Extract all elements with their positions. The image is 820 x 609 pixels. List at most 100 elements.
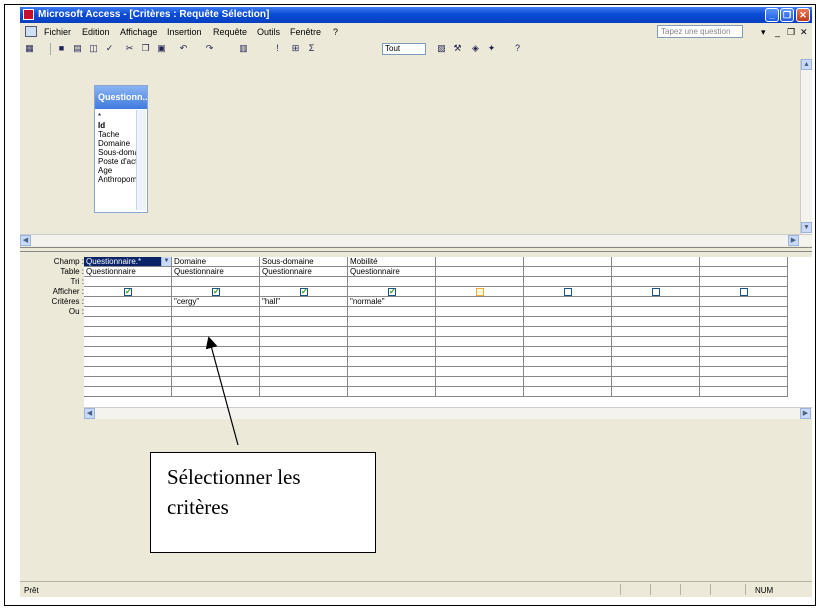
field-list-scrollbar[interactable] (136, 110, 146, 210)
grid-cell-table[interactable] (524, 267, 612, 277)
show-table-icon[interactable]: ⊞ (290, 43, 301, 54)
grid-cell-empty[interactable] (524, 337, 612, 347)
grid-cell-empty[interactable] (348, 347, 436, 357)
menu-insertion[interactable]: Insertion (167, 27, 202, 37)
grid-cell-criteres[interactable]: "hall" (260, 297, 348, 307)
doc-minimize-button[interactable]: _ (775, 27, 780, 37)
grid-cell-empty[interactable] (84, 377, 172, 387)
checkbox-checked[interactable]: ✓ (212, 288, 220, 296)
grid-cell-champ[interactable] (436, 257, 524, 267)
grid-cell-tri[interactable] (84, 277, 172, 287)
grid-cell-empty[interactable] (172, 387, 260, 397)
grid-cell-empty[interactable] (84, 337, 172, 347)
field-item[interactable]: Poste d'activit (98, 157, 138, 166)
grid-cell-table[interactable] (436, 267, 524, 277)
grid-cell-empty[interactable] (348, 367, 436, 377)
grid-cell-tri[interactable] (172, 277, 260, 287)
grid-cell-criteres[interactable]: "cergy" (172, 297, 260, 307)
menu-requete[interactable]: Requête (213, 27, 247, 37)
grid-cell-empty[interactable] (172, 317, 260, 327)
top-values-select[interactable]: Tout (382, 43, 426, 55)
copy-icon[interactable]: ❐ (140, 43, 151, 54)
grid-cell-afficher[interactable] (612, 287, 700, 297)
doc-restore-button[interactable]: ❐ (787, 27, 795, 38)
grid-cell-empty[interactable] (348, 387, 436, 397)
grid-cell-empty[interactable] (348, 317, 436, 327)
grid-cell-empty[interactable] (612, 387, 700, 397)
field-item[interactable]: Id (98, 121, 138, 130)
database-window-icon[interactable]: ◈ (470, 43, 481, 54)
grid-cell-empty[interactable] (612, 337, 700, 347)
grid-cell-empty[interactable] (348, 337, 436, 347)
grid-cell-afficher[interactable]: ✓ (84, 287, 172, 297)
grid-cell-empty[interactable] (348, 327, 436, 337)
grid-cell-table[interactable]: Questionnaire (260, 267, 348, 277)
grid-cell-criteres[interactable] (436, 297, 524, 307)
grid-cell-champ[interactable] (612, 257, 700, 267)
grid-cell-champ[interactable]: Sous-domaine (260, 257, 348, 267)
grid-cell-tri[interactable] (436, 277, 524, 287)
grid-cell-empty[interactable] (700, 337, 788, 347)
field-item[interactable]: * (98, 112, 138, 121)
save-icon[interactable]: ■ (56, 43, 67, 54)
questionnaire-table-box[interactable]: Questionn... * Id Tache Domaine Sous-dom… (94, 85, 148, 213)
print-icon[interactable]: ▤ (72, 43, 83, 54)
table-box-title[interactable]: Questionn... (95, 86, 147, 109)
grid-cell-empty[interactable] (524, 357, 612, 367)
grid-cell-empty[interactable] (172, 357, 260, 367)
grid-cell-champ[interactable] (524, 257, 612, 267)
grid-cell-empty[interactable] (260, 367, 348, 377)
grid-cell-afficher[interactable]: ✓ (260, 287, 348, 297)
grid-cell-empty[interactable] (700, 387, 788, 397)
grid-cell-empty[interactable] (84, 357, 172, 367)
field-item[interactable]: Sous-domaine (98, 148, 138, 157)
menu-help[interactable]: ? (333, 27, 338, 37)
menu-fenetre[interactable]: Fenêtre (290, 27, 321, 37)
paste-icon[interactable]: ▣ (156, 43, 167, 54)
grid-cell-empty[interactable] (524, 317, 612, 327)
grid-cell-empty[interactable] (436, 317, 524, 327)
menu-edition[interactable]: Edition (82, 27, 110, 37)
grid-scroll-right-icon[interactable]: ▶ (800, 408, 811, 419)
grid-cell-empty[interactable] (612, 377, 700, 387)
grid-cell-table[interactable] (612, 267, 700, 277)
grid-cell-empty[interactable] (612, 317, 700, 327)
grid-cell-criteres[interactable]: "normale" (348, 297, 436, 307)
scroll-down-icon[interactable]: ▼ (801, 222, 812, 233)
grid-cell-empty[interactable] (172, 337, 260, 347)
maximize-button[interactable]: ❐ (780, 8, 794, 22)
grid-cell-empty[interactable] (260, 337, 348, 347)
grid-cell-empty[interactable] (700, 347, 788, 357)
field-item[interactable]: Tache (98, 130, 138, 139)
grid-cell-criteres[interactable] (84, 297, 172, 307)
grid-cell-table[interactable] (700, 267, 788, 277)
grid-cell-champ[interactable]: Mobilité (348, 257, 436, 267)
help-icon[interactable]: ? (512, 43, 523, 54)
undo-icon[interactable]: ↶ (178, 43, 189, 54)
grid-cell-empty[interactable] (172, 377, 260, 387)
grid-cell-ou[interactable] (700, 307, 788, 317)
grid-cell-empty[interactable] (172, 347, 260, 357)
title-bar[interactable]: Microsoft Access - [Critères : Requête S… (20, 7, 812, 23)
grid-cell-empty[interactable] (524, 387, 612, 397)
grid-cell-afficher[interactable] (700, 287, 788, 297)
document-icon[interactable] (25, 26, 37, 37)
spell-icon[interactable]: ✓ (104, 43, 115, 54)
checkbox-unchecked[interactable] (740, 288, 748, 296)
grid-cell-empty[interactable] (84, 317, 172, 327)
field-dropdown-icon[interactable]: ▼ (161, 257, 171, 266)
grid-cell-ou[interactable] (172, 307, 260, 317)
grid-cell-afficher[interactable] (524, 287, 612, 297)
checkbox-unchecked[interactable] (652, 288, 660, 296)
checkbox-checked[interactable]: ✓ (124, 288, 132, 296)
grid-cell-ou[interactable] (260, 307, 348, 317)
grid-horizontal-scrollbar[interactable]: ◀ ▶ (84, 407, 812, 419)
scroll-left-icon[interactable]: ◀ (20, 235, 31, 246)
grid-cell-empty[interactable] (524, 367, 612, 377)
query-design-grid[interactable]: Questionnaire.* ▼ Questionnaire ✓ Domaine Que… (84, 257, 812, 407)
grid-cell-empty[interactable] (612, 357, 700, 367)
grid-cell-ou[interactable] (436, 307, 524, 317)
grid-cell-tri[interactable] (700, 277, 788, 287)
minimize-button[interactable]: _ (765, 8, 779, 22)
grid-cell-empty[interactable] (84, 367, 172, 377)
